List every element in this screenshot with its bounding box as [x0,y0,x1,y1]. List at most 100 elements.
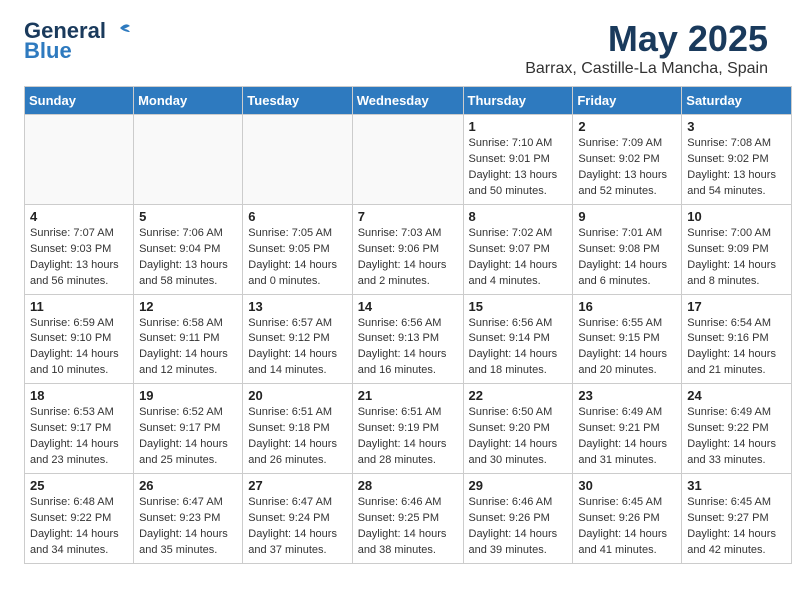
day-number: 24 [687,388,786,403]
day-number: 11 [30,299,128,314]
day-number: 14 [358,299,458,314]
day-content: Sunrise: 7:00 AM Sunset: 9:09 PM Dayligh… [687,226,786,290]
calendar-day-24: 24 Sunrise: 6:49 AM Sunset: 9:22 PM Dayli… [682,384,792,474]
calendar-day-8: 8 Sunrise: 7:02 AM Sunset: 9:07 PM Daylig… [463,204,573,294]
day-number: 21 [358,388,458,403]
day-content: Sunrise: 7:05 AM Sunset: 9:05 PM Dayligh… [248,226,346,290]
day-number: 6 [248,209,346,224]
day-number: 25 [30,478,128,493]
day-content: Sunrise: 6:49 AM Sunset: 9:22 PM Dayligh… [687,405,786,469]
calendar-day-25: 25 Sunrise: 6:48 AM Sunset: 9:22 PM Dayli… [25,474,134,564]
day-content: Sunrise: 6:54 AM Sunset: 9:16 PM Dayligh… [687,316,786,380]
month-title: May 2025 [525,18,768,60]
day-content: Sunrise: 6:45 AM Sunset: 9:27 PM Dayligh… [687,495,786,559]
day-content: Sunrise: 6:53 AM Sunset: 9:17 PM Dayligh… [30,405,128,469]
day-number: 31 [687,478,786,493]
calendar-day-10: 10 Sunrise: 7:00 AM Sunset: 9:09 PM Dayli… [682,204,792,294]
day-content: Sunrise: 6:48 AM Sunset: 9:22 PM Dayligh… [30,495,128,559]
day-number: 12 [139,299,237,314]
calendar-day-30: 30 Sunrise: 6:45 AM Sunset: 9:26 PM Dayli… [573,474,682,564]
calendar-week-row: 25 Sunrise: 6:48 AM Sunset: 9:22 PM Dayli… [25,474,792,564]
calendar-table: SundayMondayTuesdayWednesdayThursdayFrid… [24,86,792,564]
weekday-header-monday: Monday [134,87,243,115]
weekday-header-tuesday: Tuesday [243,87,352,115]
calendar-day-6: 6 Sunrise: 7:05 AM Sunset: 9:05 PM Daylig… [243,204,352,294]
calendar-week-row: 11 Sunrise: 6:59 AM Sunset: 9:10 PM Dayli… [25,294,792,384]
day-number: 10 [687,209,786,224]
calendar-week-row: 18 Sunrise: 6:53 AM Sunset: 9:17 PM Dayli… [25,384,792,474]
calendar-week-row: 4Sunrise: 7:07 AM Sunset: 9:03 PM Daylig… [25,204,792,294]
day-number: 27 [248,478,346,493]
day-number: 18 [30,388,128,403]
calendar-day-9: 9 Sunrise: 7:01 AM Sunset: 9:08 PM Daylig… [573,204,682,294]
day-content: Sunrise: 6:59 AM Sunset: 9:10 PM Dayligh… [30,316,128,380]
calendar-day-19: 19 Sunrise: 6:52 AM Sunset: 9:17 PM Dayli… [134,384,243,474]
calendar-day-20: 20 Sunrise: 6:51 AM Sunset: 9:18 PM Dayli… [243,384,352,474]
day-number: 9 [578,209,676,224]
calendar-day-29: 29 Sunrise: 6:46 AM Sunset: 9:26 PM Dayli… [463,474,573,564]
logo: General Blue [24,18,132,64]
day-number: 26 [139,478,237,493]
calendar-container: SundayMondayTuesdayWednesdayThursdayFrid… [0,86,792,576]
calendar-day-1: 1Sunrise: 7:10 AM Sunset: 9:01 PM Daylig… [463,115,573,205]
day-content: Sunrise: 6:55 AM Sunset: 9:15 PM Dayligh… [578,316,676,380]
day-number: 8 [469,209,568,224]
day-content: Sunrise: 6:50 AM Sunset: 9:20 PM Dayligh… [469,405,568,469]
day-content: Sunrise: 7:01 AM Sunset: 9:08 PM Dayligh… [578,226,676,290]
day-content: Sunrise: 6:56 AM Sunset: 9:13 PM Dayligh… [358,316,458,380]
day-number: 2 [578,119,676,134]
day-content: Sunrise: 6:49 AM Sunset: 9:21 PM Dayligh… [578,405,676,469]
calendar-day-7: 7 Sunrise: 7:03 AM Sunset: 9:06 PM Daylig… [352,204,463,294]
day-number: 29 [469,478,568,493]
day-number: 22 [469,388,568,403]
calendar-day-3: 3 Sunrise: 7:08 AM Sunset: 9:02 PM Daylig… [682,115,792,205]
calendar-day-27: 27 Sunrise: 6:47 AM Sunset: 9:24 PM Dayli… [243,474,352,564]
calendar-empty-cell [134,115,243,205]
day-content: Sunrise: 6:57 AM Sunset: 9:12 PM Dayligh… [248,316,346,380]
calendar-day-31: 31 Sunrise: 6:45 AM Sunset: 9:27 PM Dayli… [682,474,792,564]
calendar-day-22: 22 Sunrise: 6:50 AM Sunset: 9:20 PM Dayli… [463,384,573,474]
calendar-day-16: 16 Sunrise: 6:55 AM Sunset: 9:15 PM Dayli… [573,294,682,384]
day-content: Sunrise: 7:02 AM Sunset: 9:07 PM Dayligh… [469,226,568,290]
calendar-day-13: 13 Sunrise: 6:57 AM Sunset: 9:12 PM Dayli… [243,294,352,384]
day-content: Sunrise: 6:52 AM Sunset: 9:17 PM Dayligh… [139,405,237,469]
calendar-empty-cell [243,115,352,205]
day-number: 7 [358,209,458,224]
day-number: 20 [248,388,346,403]
logo-bird-icon [110,20,132,42]
day-number: 13 [248,299,346,314]
page-header: General Blue May 2025 Barrax, Castille-L… [0,0,792,86]
day-content: Sunrise: 7:09 AM Sunset: 9:02 PM Dayligh… [578,136,676,200]
calendar-day-15: 15 Sunrise: 6:56 AM Sunset: 9:14 PM Dayli… [463,294,573,384]
day-number: 3 [687,119,786,134]
calendar-day-26: 26 Sunrise: 6:47 AM Sunset: 9:23 PM Dayli… [134,474,243,564]
day-content: Sunrise: 6:45 AM Sunset: 9:26 PM Dayligh… [578,495,676,559]
weekday-header-friday: Friday [573,87,682,115]
title-block: May 2025 Barrax, Castille-La Mancha, Spa… [525,18,768,78]
calendar-day-12: 12Sunrise: 6:58 AM Sunset: 9:11 PM Dayli… [134,294,243,384]
day-number: 17 [687,299,786,314]
day-content: Sunrise: 7:06 AM Sunset: 9:04 PM Dayligh… [139,226,237,290]
weekday-header-thursday: Thursday [463,87,573,115]
calendar-day-11: 11 Sunrise: 6:59 AM Sunset: 9:10 PM Dayli… [25,294,134,384]
calendar-day-2: 2 Sunrise: 7:09 AM Sunset: 9:02 PM Daylig… [573,115,682,205]
day-content: Sunrise: 6:46 AM Sunset: 9:26 PM Dayligh… [469,495,568,559]
weekday-header-wednesday: Wednesday [352,87,463,115]
day-content: Sunrise: 7:08 AM Sunset: 9:02 PM Dayligh… [687,136,786,200]
day-number: 19 [139,388,237,403]
day-number: 16 [578,299,676,314]
calendar-empty-cell [352,115,463,205]
day-content: Sunrise: 7:07 AM Sunset: 9:03 PM Dayligh… [30,226,128,290]
day-content: Sunrise: 6:47 AM Sunset: 9:23 PM Dayligh… [139,495,237,559]
calendar-day-5: 5Sunrise: 7:06 AM Sunset: 9:04 PM Daylig… [134,204,243,294]
calendar-day-17: 17 Sunrise: 6:54 AM Sunset: 9:16 PM Dayli… [682,294,792,384]
day-number: 15 [469,299,568,314]
day-content: Sunrise: 6:51 AM Sunset: 9:18 PM Dayligh… [248,405,346,469]
day-content: Sunrise: 6:47 AM Sunset: 9:24 PM Dayligh… [248,495,346,559]
day-content: Sunrise: 7:03 AM Sunset: 9:06 PM Dayligh… [358,226,458,290]
calendar-day-18: 18 Sunrise: 6:53 AM Sunset: 9:17 PM Dayli… [25,384,134,474]
calendar-day-14: 14 Sunrise: 6:56 AM Sunset: 9:13 PM Dayli… [352,294,463,384]
day-number: 28 [358,478,458,493]
day-content: Sunrise: 6:56 AM Sunset: 9:14 PM Dayligh… [469,316,568,380]
day-number: 30 [578,478,676,493]
